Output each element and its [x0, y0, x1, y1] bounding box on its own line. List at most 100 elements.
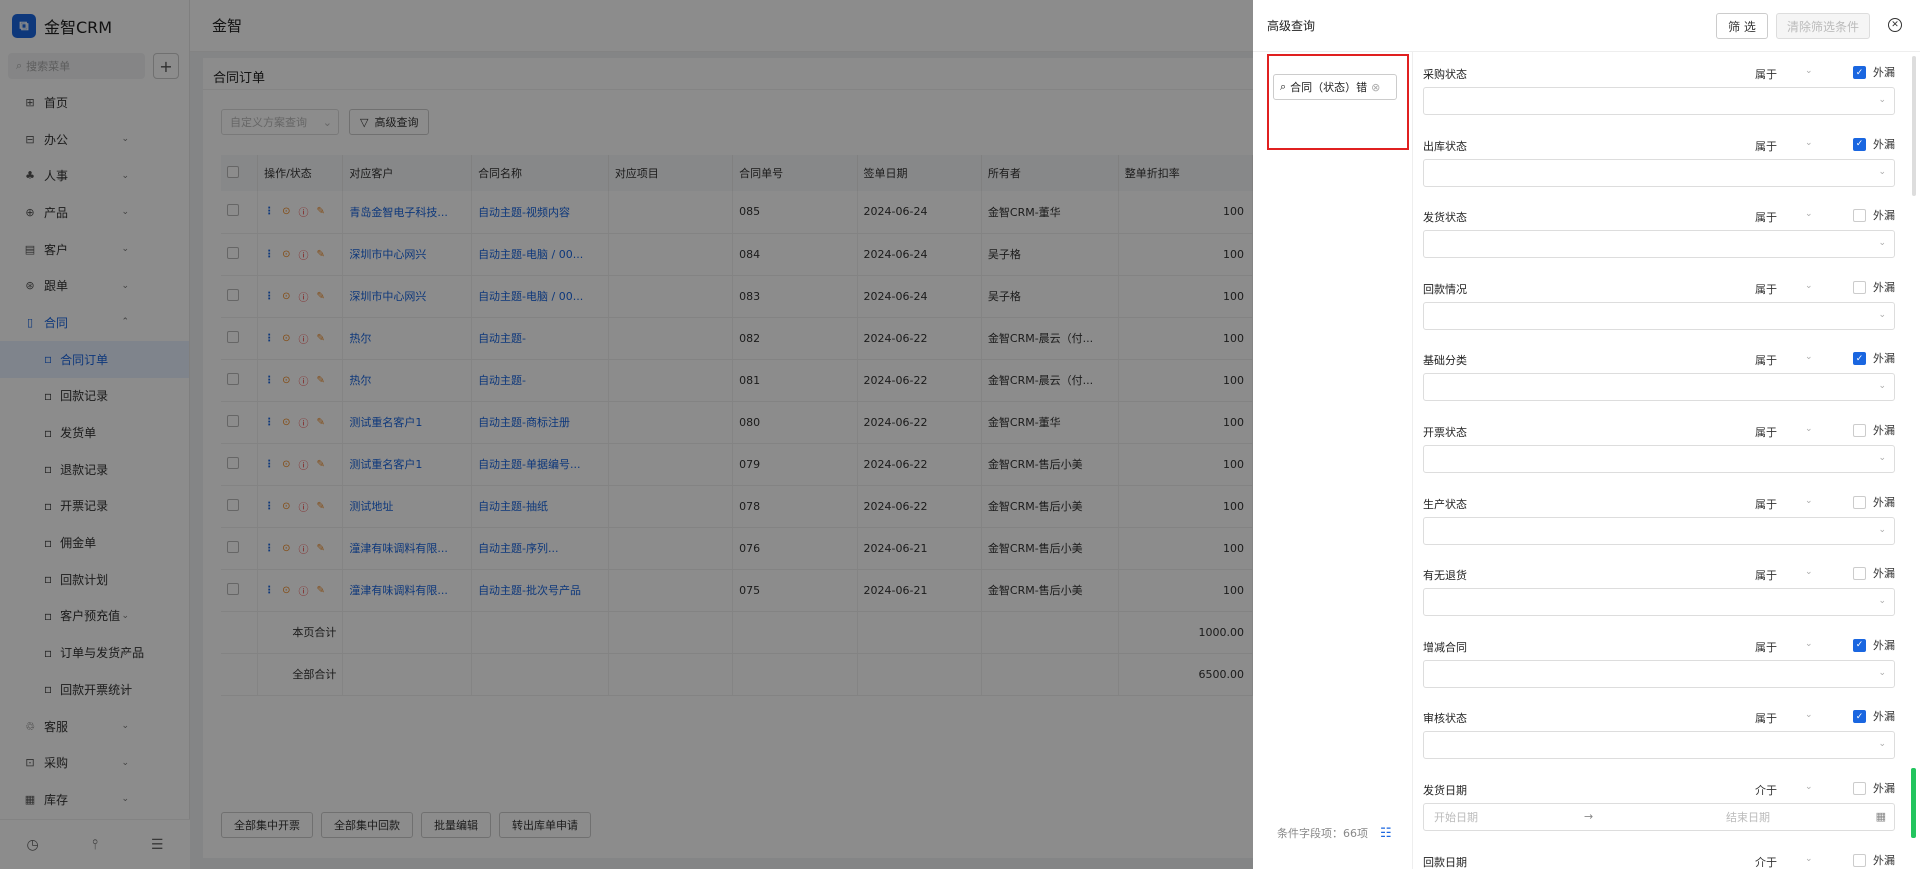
- filter-value-select[interactable]: ⌄: [1423, 301, 1895, 330]
- close-icon[interactable]: ✕: [1888, 18, 1902, 32]
- filter-operator-select[interactable]: 属于: [1755, 639, 1777, 655]
- include-label: 外漏: [1873, 66, 1895, 79]
- include-label: 外漏: [1873, 710, 1895, 724]
- filter-operator-select[interactable]: 属于: [1755, 352, 1777, 368]
- include-checkbox[interactable]: [1853, 853, 1866, 867]
- search-icon: ⌕: [1280, 80, 1287, 93]
- date-range-input[interactable]: 开始日期 → 结束日期 ▦: [1423, 802, 1895, 831]
- filter-value-select[interactable]: ⌄: [1423, 158, 1895, 187]
- drawer-title: 高级查询: [1267, 19, 1316, 33]
- calendar-icon: ▦: [1875, 810, 1886, 824]
- include-label: 外漏: [1873, 423, 1895, 437]
- filter-row: 出库状态 属于 ⌄ ✓ 外漏 ⌄: [1423, 124, 1903, 196]
- filter-operator-select[interactable]: 属于: [1755, 66, 1777, 82]
- chevron-down-icon: ⌄: [1805, 209, 1813, 220]
- filter-value-select[interactable]: ⌄: [1423, 373, 1895, 402]
- field-count: 条件字段项：66项 ☷: [1277, 825, 1392, 841]
- chevron-down-icon: ⌄: [1805, 66, 1813, 76]
- include-checkbox[interactable]: [1853, 781, 1866, 795]
- filter-operator-select[interactable]: 属于: [1755, 424, 1777, 440]
- advanced-query-drawer: 高级查询 筛 选 清除筛选条件 ✕ ⌕ 合同（状态）错 ⊗ 条件字段项：66项 …: [1253, 0, 1920, 869]
- clear-input-icon[interactable]: ⊗: [1371, 81, 1380, 94]
- include-checkbox[interactable]: ✓: [1853, 352, 1866, 366]
- filter-value-select[interactable]: ⌄: [1423, 444, 1895, 473]
- chevron-down-icon: ⌄: [1805, 781, 1813, 792]
- include-checkbox[interactable]: [1853, 567, 1866, 581]
- include-label: 外漏: [1873, 781, 1895, 795]
- include-checkbox[interactable]: ✓: [1853, 137, 1866, 151]
- chevron-down-icon: ⌄: [1805, 137, 1813, 148]
- filter-operator-select[interactable]: 介于: [1755, 782, 1777, 798]
- filter-operator-select[interactable]: 属于: [1755, 138, 1777, 154]
- filter-field-label: 基础分类: [1423, 354, 1467, 368]
- chevron-down-icon: ⌄: [1805, 495, 1813, 506]
- include-checkbox[interactable]: [1853, 495, 1866, 509]
- app: ⧉ 金智CRM ⌕ 搜索菜单 + ⊞ 首页 ⊟ 办公 ⌄ ♣ 人事 ⌄ ⊕ 产品 ⌄ ▤ 客户 ⌄ ⊛ 跟单 ⌄…: [0, 0, 1920, 869]
- date-start-placeholder: 开始日期: [1434, 810, 1478, 824]
- clear-filter-button[interactable]: 清除筛选条件: [1776, 13, 1870, 39]
- include-checkbox[interactable]: [1853, 209, 1866, 223]
- chevron-down-icon: ⌄: [1805, 567, 1813, 578]
- drawer-scrollbar[interactable]: [1912, 56, 1916, 196]
- field-settings-icon[interactable]: ☷: [1380, 826, 1392, 841]
- filter-value-select[interactable]: ⌄: [1423, 659, 1895, 688]
- field-count-label: 条件字段项：66项: [1277, 827, 1368, 840]
- include-label: 外漏: [1873, 495, 1895, 509]
- filter-operator-select[interactable]: 属于: [1755, 281, 1777, 297]
- include-checkbox[interactable]: [1853, 423, 1866, 437]
- filter-row: 审核状态 属于 ⌄ ✓ 外漏 ⌄: [1423, 696, 1903, 768]
- filter-operator-select[interactable]: 属于: [1755, 710, 1777, 726]
- chevron-down-icon: ⌄: [1878, 524, 1886, 535]
- filter-field-label: 回款日期: [1423, 855, 1467, 869]
- filter-row: 基础分类 属于 ⌄ ✓ 外漏 ⌄: [1423, 338, 1903, 410]
- filter-operator-select[interactable]: 属于: [1755, 496, 1777, 512]
- chevron-down-icon: ⌄: [1878, 452, 1886, 463]
- include-checkbox[interactable]: ✓: [1853, 638, 1866, 652]
- filter-operator-select[interactable]: 属于: [1755, 567, 1777, 583]
- arrow-right-icon: →: [1584, 810, 1594, 824]
- filter-value-select[interactable]: ⌄: [1423, 588, 1895, 617]
- filter-field-label: 增减合同: [1423, 640, 1467, 654]
- field-picker-pane: ⌕ 合同（状态）错 ⊗ 条件字段项：66项 ☷: [1253, 52, 1413, 869]
- filter-field-label: 采购状态: [1423, 68, 1467, 81]
- filter-field-label: 发货状态: [1423, 211, 1467, 225]
- chevron-down-icon: ⌄: [1878, 238, 1886, 249]
- include-label: 外漏: [1873, 209, 1895, 223]
- date-end-placeholder: 结束日期: [1726, 810, 1770, 824]
- filter-row: 生产状态 属于 ⌄ 外漏 ⌄: [1423, 482, 1903, 554]
- filter-field-label: 生产状态: [1423, 497, 1467, 511]
- filter-value-select[interactable]: ⌄: [1423, 731, 1895, 760]
- chevron-down-icon: ⌄: [1805, 352, 1813, 363]
- chevron-down-icon: ⌄: [1878, 95, 1886, 105]
- chevron-down-icon: ⌄: [1878, 739, 1886, 750]
- field-search-input[interactable]: ⌕ 合同（状态）错 ⊗: [1273, 74, 1397, 100]
- filter-operator-select[interactable]: 介于: [1755, 854, 1777, 869]
- filter-value-select[interactable]: ⌄: [1423, 516, 1895, 545]
- chevron-down-icon: ⌄: [1805, 638, 1813, 649]
- include-checkbox[interactable]: ✓: [1853, 710, 1866, 724]
- field-search-value: 合同（状态）错: [1290, 81, 1368, 94]
- highlight-box: [1267, 54, 1409, 150]
- filter-row: 增减合同 属于 ⌄ ✓ 外漏 ⌄: [1423, 625, 1903, 697]
- chevron-down-icon: ⌄: [1805, 853, 1813, 864]
- modal-overlay[interactable]: [0, 0, 1253, 869]
- include-checkbox[interactable]: ✓: [1853, 66, 1866, 79]
- include-label: 外漏: [1873, 567, 1895, 581]
- include-label: 外漏: [1873, 352, 1895, 366]
- filter-field-label: 发货日期: [1423, 783, 1467, 797]
- filter-row: 回款日期介于⌄外漏开始日期→结束日期▦: [1423, 840, 1903, 869]
- chevron-down-icon: ⌄: [1878, 667, 1886, 678]
- include-label: 外漏: [1873, 137, 1895, 151]
- filter-field-list: 采购状态 属于 ⌄ ✓ 外漏 ⌄ 出库状态 属于 ⌄ ✓ 外漏 ⌄ 发货状态 属于 ⌄ 外漏 ⌄ 回款情况 属于 ⌄ 外…: [1423, 52, 1903, 869]
- filter-operator-select[interactable]: 属于: [1755, 209, 1777, 225]
- include-checkbox[interactable]: [1853, 280, 1866, 294]
- filter-value-select[interactable]: ⌄: [1423, 230, 1895, 259]
- chevron-down-icon: ⌄: [1805, 710, 1813, 721]
- chevron-down-icon: ⌄: [1878, 596, 1886, 607]
- chevron-down-icon: ⌄: [1878, 381, 1886, 392]
- filter-row: 发货日期 介于 ⌄ 外漏开始日期 → 结束日期 ▦: [1423, 768, 1903, 840]
- filter-value-select[interactable]: ⌄: [1423, 87, 1895, 115]
- scroll-indicator: [1911, 768, 1916, 838]
- filter-button[interactable]: 筛 选: [1716, 13, 1768, 39]
- chevron-down-icon: ⌄: [1805, 280, 1813, 291]
